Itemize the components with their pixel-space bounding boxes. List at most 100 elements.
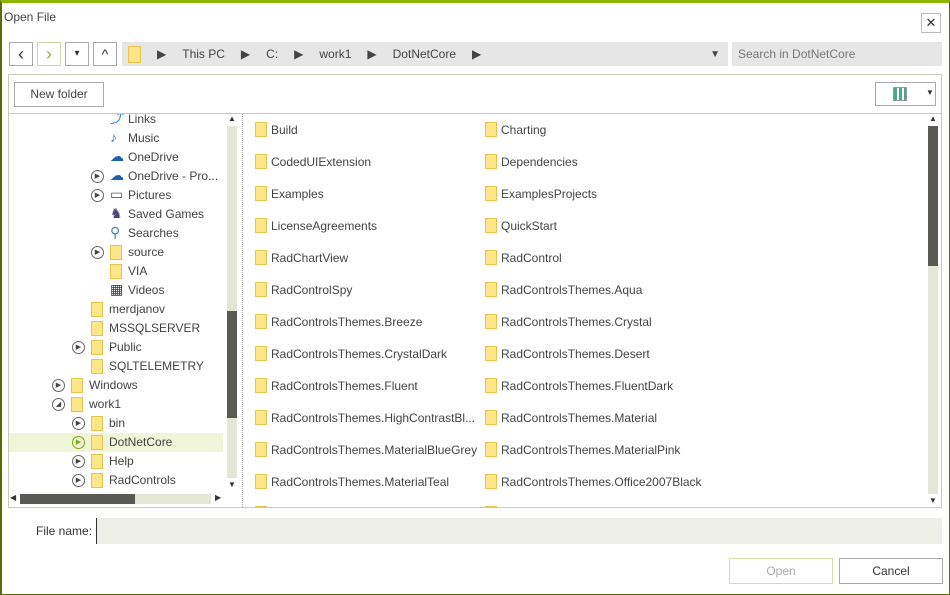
tree-item[interactable]: ▦Videos <box>9 281 223 300</box>
tree-item[interactable]: MSSQLSERVER <box>9 319 223 338</box>
scroll-right-icon[interactable]: ▶ <box>215 493 221 502</box>
folder-item[interactable]: Examples <box>255 184 479 204</box>
folder-item[interactable]: RadControlSpy <box>255 280 479 300</box>
open-button[interactable]: Open <box>729 558 833 584</box>
tree-vertical-scrollbar[interactable] <box>227 126 237 478</box>
tree-item[interactable]: ▶Windows <box>9 376 223 395</box>
tree-item[interactable]: merdjanov <box>9 300 223 319</box>
folder-item[interactable]: RadControlsThemes.HighContrastBl... <box>255 408 479 428</box>
folder-item[interactable]: QuickStart <box>485 216 709 236</box>
history-dropdown-icon[interactable]: ▼ <box>710 49 720 60</box>
scroll-up-icon[interactable]: ▲ <box>228 114 236 123</box>
folder-item[interactable]: RadControlsThemes.MaterialTeal <box>255 472 479 492</box>
files-scroll-thumb[interactable] <box>928 126 938 266</box>
expand-icon[interactable]: ▶ <box>72 455 85 468</box>
expand-icon[interactable]: ▶ <box>72 417 85 430</box>
folder-item[interactable]: CodedUIExtension <box>255 152 479 172</box>
breadcrumb-work1[interactable]: work1 <box>319 47 351 61</box>
folder-item[interactable]: RadControlsThemes.Crystal <box>485 312 709 332</box>
tree-item[interactable]: ▶☁OneDrive - Pro... <box>9 167 223 186</box>
folder-item[interactable]: RadChartView <box>255 248 479 268</box>
pictures-icon: ▭ <box>110 186 123 203</box>
folder-item[interactable]: Dependencies <box>485 152 709 172</box>
folder-icon <box>485 314 497 329</box>
scroll-left-icon[interactable]: ◀ <box>10 493 16 502</box>
new-folder-button[interactable]: New folder <box>14 82 104 107</box>
chevron-right-icon: ▶ <box>472 47 481 61</box>
expand-icon[interactable]: ▶ <box>91 246 104 259</box>
folder-icon <box>255 122 267 137</box>
expand-icon[interactable]: ▶ <box>72 341 85 354</box>
folder-item[interactable]: RadControlsThemes.Aqua <box>485 280 709 300</box>
tree-item-label: Videos <box>128 281 164 300</box>
folder-item[interactable]: RadControlsThemes.MaterialPink <box>485 440 709 460</box>
tree-item[interactable]: ☁OneDrive <box>9 148 223 167</box>
back-button[interactable]: ‹ <box>9 42 33 66</box>
tree-item[interactable]: ▶▭Pictures <box>9 186 223 205</box>
folder-name: RadControlsThemes.MaterialTeal <box>271 475 449 489</box>
expand-icon[interactable]: ▶ <box>52 379 65 392</box>
tree-item[interactable]: ▶bin <box>9 414 223 433</box>
breadcrumb-this-pc[interactable]: This PC <box>182 47 225 61</box>
search-input[interactable]: Search in DotNetCore <box>732 42 942 66</box>
tree-item[interactable]: ▶ Help <box>9 452 223 471</box>
folder-tree[interactable]: ⤴Links♪Music☁OneDrive▶☁OneDrive - Pro...… <box>9 114 225 492</box>
scroll-down-icon[interactable]: ▼ <box>228 480 236 489</box>
tree-scroll-thumb[interactable] <box>227 311 237 418</box>
tree-item[interactable]: ▶source <box>9 243 223 262</box>
folder-item-partial[interactable] <box>485 504 501 507</box>
folder-icon <box>485 506 497 507</box>
tree-item[interactable]: ▶Public <box>9 338 223 357</box>
tree-item[interactable]: SQLTELEMETRY <box>9 357 223 376</box>
cancel-button[interactable]: Cancel <box>839 558 943 584</box>
tree-hscroll-thumb[interactable] <box>20 494 135 504</box>
collapse-icon[interactable]: ◢ <box>52 398 65 411</box>
folder-item[interactable]: Build <box>255 120 479 140</box>
breadcrumb-c[interactable]: C: <box>266 47 278 61</box>
folder-icon <box>255 378 267 393</box>
tree-item[interactable]: ⤴Links <box>9 114 223 129</box>
folder-item[interactable]: RadControl <box>485 248 709 268</box>
breadcrumb-dotnetcore[interactable]: DotNetCore <box>393 47 456 61</box>
folder-item[interactable]: LicenseAgreements <box>255 216 479 236</box>
scroll-down-icon[interactable]: ▼ <box>929 496 937 505</box>
close-button[interactable]: ✕ <box>921 13 941 33</box>
expand-icon[interactable]: ▶ <box>72 474 85 487</box>
tree-item[interactable]: ◢work1 <box>9 395 223 414</box>
folder-item[interactable]: RadControlsThemes.CrystalDark <box>255 344 479 364</box>
file-list[interactable]: Build Charting CodedUIExtension Dependencie… <box>249 114 925 507</box>
tree-item[interactable]: ♞Saved Games <box>9 205 223 224</box>
file-name-input[interactable] <box>96 518 942 544</box>
expand-icon[interactable]: ▶ <box>91 170 104 183</box>
breadcrumb[interactable]: ▶ This PC ▶ C: ▶ work1 ▶ DotNetCore ▶ ▼ <box>122 42 728 66</box>
tree-item-label: Music <box>128 129 159 148</box>
view-mode-dropdown[interactable]: ▼ <box>875 82 936 106</box>
folder-name: Examples <box>271 187 324 201</box>
folder-item[interactable]: RadControlsThemes.Material <box>485 408 709 428</box>
tree-item[interactable]: ▶RadControls <box>9 471 223 490</box>
splitter[interactable] <box>242 114 243 507</box>
scroll-up-icon[interactable]: ▲ <box>929 114 937 123</box>
folder-item[interactable]: RadControlsThemes.Office2007Black <box>485 472 709 492</box>
forward-button[interactable]: › <box>37 42 61 66</box>
expand-icon[interactable]: ▶ <box>91 189 104 202</box>
recent-locations-button[interactable]: ▾ <box>65 42 89 66</box>
tree-item-label: Help <box>109 452 134 471</box>
up-button[interactable]: ^ <box>93 42 117 66</box>
folder-item[interactable]: RadControlsThemes.Fluent <box>255 376 479 396</box>
tree-item[interactable]: ♪Music <box>9 129 223 148</box>
folder-icon <box>255 506 267 507</box>
grid-view-icon <box>893 87 907 101</box>
folder-item[interactable]: Charting <box>485 120 709 140</box>
file-name-label: File name: <box>36 524 92 538</box>
tree-item[interactable]: VIA <box>9 262 223 281</box>
folder-item[interactable]: ExamplesProjects <box>485 184 709 204</box>
folder-item[interactable]: RadControlsThemes.Desert <box>485 344 709 364</box>
tree-item[interactable]: ⚲Searches <box>9 224 223 243</box>
folder-item[interactable]: RadControlsThemes.FluentDark <box>485 376 709 396</box>
folder-item[interactable]: RadControlsThemes.Breeze <box>255 312 479 332</box>
folder-item-partial[interactable] <box>255 504 271 507</box>
folder-item[interactable]: RadControlsThemes.MaterialBlueGrey <box>255 440 479 460</box>
tree-item[interactable]: ▶DotNetCore <box>9 433 223 452</box>
expand-icon[interactable]: ▶ <box>72 436 85 449</box>
